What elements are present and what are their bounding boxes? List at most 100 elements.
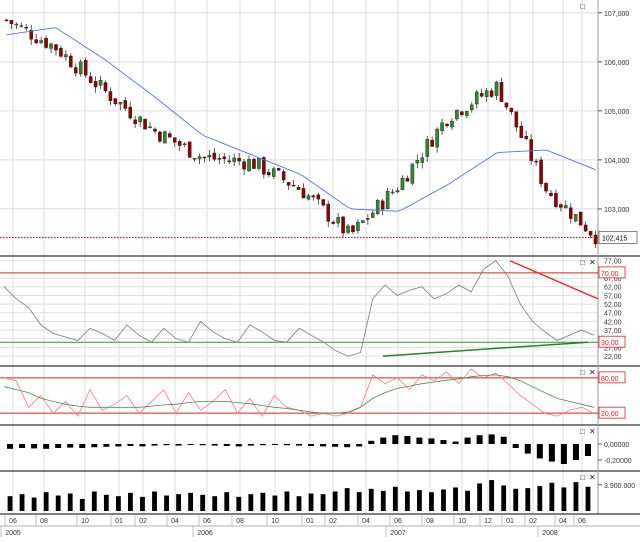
close-panel-icon[interactable]: ✕ (589, 258, 596, 267)
candle-body (4, 19, 9, 22)
y-tick-label-rsi: 52,00 (604, 302, 622, 309)
candle-body (64, 54, 68, 58)
x-tick-label-month: 04 (171, 518, 179, 525)
y-tick-label-price: 105,000 (604, 109, 629, 116)
candle-body (445, 123, 449, 127)
candle-body (455, 109, 459, 120)
volume-bar (176, 494, 181, 511)
macd-histogram-bar (320, 444, 327, 447)
volume-bar (392, 486, 398, 511)
volume-bar (453, 487, 458, 511)
volume-bar (284, 491, 290, 511)
y-tick-label-rsi: 22,00 (604, 354, 622, 361)
candle-body (346, 225, 350, 233)
volume-bar (525, 488, 531, 511)
candle-body (276, 168, 281, 171)
candle-body (351, 225, 355, 233)
volume-bar (152, 491, 157, 511)
macd-histogram-bar (211, 444, 218, 446)
x-tick-label-month: 02 (529, 518, 537, 525)
macd-histogram-bar (584, 444, 591, 456)
volume-bar (91, 491, 97, 511)
candle-body (128, 106, 133, 119)
volume-bar (43, 492, 49, 511)
last-price-label: 102,415 (602, 236, 627, 243)
volume-bar (212, 496, 218, 511)
volume-bar (224, 492, 230, 511)
macd-histogram-bar (548, 444, 555, 462)
close-panel-icon[interactable]: ✕ (589, 427, 596, 436)
macd-histogram-bar (271, 444, 278, 445)
volume-bar (67, 493, 73, 511)
candle-body (479, 93, 484, 97)
candle-body (123, 100, 128, 109)
volume-bar (164, 495, 169, 511)
candle-body (583, 224, 588, 232)
candle-body (494, 81, 499, 96)
close-panel-icon[interactable]: ✕ (589, 368, 596, 377)
stoch-level-label: 80,00 (601, 376, 619, 383)
volume-bar (344, 488, 350, 511)
macd-histogram-bar (247, 444, 254, 446)
x-tick-label-month: 08 (40, 518, 48, 525)
candle-body (158, 131, 162, 142)
candle-body (578, 211, 583, 226)
maximize-panel-icon[interactable]: □ (580, 473, 585, 482)
x-tick-label-month: 04 (559, 518, 567, 525)
candle-body (232, 157, 236, 162)
volume-bar (79, 498, 85, 511)
candle-body (59, 47, 63, 57)
candle-body (267, 172, 271, 176)
candle-body (242, 161, 246, 170)
macd-histogram-bar (572, 444, 579, 460)
macd-histogram-bar (368, 440, 375, 444)
y-tick-label-rsi: 47,00 (604, 311, 622, 318)
macd-histogram-bar (560, 444, 567, 464)
candle-body (138, 116, 142, 123)
candle-body (148, 126, 152, 129)
macd-histogram-bar (488, 434, 495, 444)
y-tick-label-macd: 0,00000 (604, 442, 629, 449)
macd-histogram-bar (428, 438, 435, 444)
maximize-panel-icon[interactable]: □ (580, 258, 585, 267)
candle-body (69, 55, 73, 68)
macd-histogram-bar (67, 444, 74, 448)
volume-bar (356, 492, 362, 511)
x-tick-label-month: 08 (426, 518, 434, 525)
candle-body (331, 221, 335, 224)
macd-histogram-bar (476, 435, 483, 444)
candle-body (78, 61, 83, 75)
candle-body (460, 111, 464, 115)
candle-body (73, 67, 78, 74)
x-tick-label-month: 06 (578, 518, 586, 525)
volume-bar (429, 492, 434, 511)
candle-body (108, 91, 113, 101)
candle-body (182, 143, 187, 146)
candle-body (192, 158, 197, 160)
volume-bar (561, 487, 567, 511)
candle-body (98, 80, 103, 86)
y-tick-label-price: 103,000 (604, 207, 629, 214)
maximize-panel-icon[interactable]: □ (580, 427, 585, 436)
x-tick-label-year: 2008 (542, 530, 558, 537)
close-panel-icon[interactable]: ✕ (589, 473, 596, 482)
macd-histogram-bar (91, 444, 98, 448)
candle-body (326, 203, 331, 222)
x-tick-label-month: 10 (81, 518, 89, 525)
maximize-panel-icon[interactable]: □ (580, 368, 585, 377)
candle-body (356, 221, 360, 231)
candle-body (103, 82, 108, 92)
macd-histogram-bar (163, 444, 170, 446)
macd-histogram-bar (223, 444, 230, 446)
x-tick-label-year: 2005 (5, 530, 21, 537)
candle-body (450, 120, 454, 128)
macd-histogram-bar (500, 436, 507, 444)
macd-histogram-bar (139, 444, 146, 447)
macd-histogram-bar (187, 444, 194, 445)
y-tick-label-rsi: 37,00 (604, 328, 622, 335)
candle-body (524, 136, 529, 140)
candle-body (341, 216, 345, 234)
maximize-panel-icon[interactable]: □ (580, 2, 585, 11)
candle-body (281, 171, 286, 181)
macd-histogram-bar (283, 444, 290, 446)
